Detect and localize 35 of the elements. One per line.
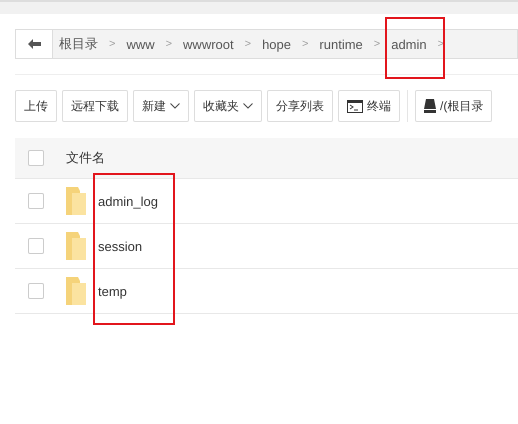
- breadcrumb-item[interactable]: hope: [256, 36, 297, 52]
- caret-icon: [170, 103, 180, 109]
- breadcrumb-item[interactable]: wwwroot: [177, 36, 240, 52]
- folder-icon: [66, 277, 86, 305]
- folder-icon: [66, 232, 86, 260]
- back-button[interactable]: [16, 30, 53, 58]
- toolbar-button[interactable]: 远程下载: [62, 90, 128, 122]
- file-name[interactable]: session: [98, 238, 142, 254]
- back-arrow-icon: [28, 39, 40, 49]
- file-name[interactable]: admin_log: [98, 194, 158, 208]
- separator-icon: >: [296, 38, 314, 50]
- breadcrumb-item[interactable]: www: [120, 36, 161, 52]
- terminal-icon: [347, 100, 363, 112]
- checkbox[interactable]: [28, 150, 44, 166]
- separator-icon: >: [368, 38, 386, 50]
- breadcrumb-item[interactable]: admin: [385, 36, 433, 52]
- breadcrumb-item[interactable]: runtime: [313, 36, 369, 52]
- separator-icon: >: [160, 38, 178, 50]
- toolbar-button[interactable]: 新建: [133, 90, 189, 122]
- highlight-frame: [385, 17, 445, 79]
- caret-icon: [243, 103, 253, 109]
- checkbox[interactable]: [28, 283, 44, 299]
- toolbar-button[interactable]: 上传: [15, 90, 57, 122]
- file-name[interactable]: temp: [98, 284, 127, 298]
- folder-icon: [66, 187, 86, 215]
- column-header: 文件名: [66, 149, 105, 167]
- toolbar-button[interactable]: /(根目录: [415, 90, 492, 122]
- checkbox[interactable]: [28, 193, 44, 209]
- separator-icon: >: [104, 38, 120, 50]
- checkbox[interactable]: [28, 238, 44, 254]
- drive-icon: [424, 99, 436, 113]
- separator-icon: >: [240, 38, 256, 50]
- toolbar-button[interactable]: 终端: [338, 90, 400, 122]
- toolbar-button[interactable]: 收藏夹: [194, 90, 262, 122]
- toolbar-button[interactable]: 分享列表: [267, 90, 333, 122]
